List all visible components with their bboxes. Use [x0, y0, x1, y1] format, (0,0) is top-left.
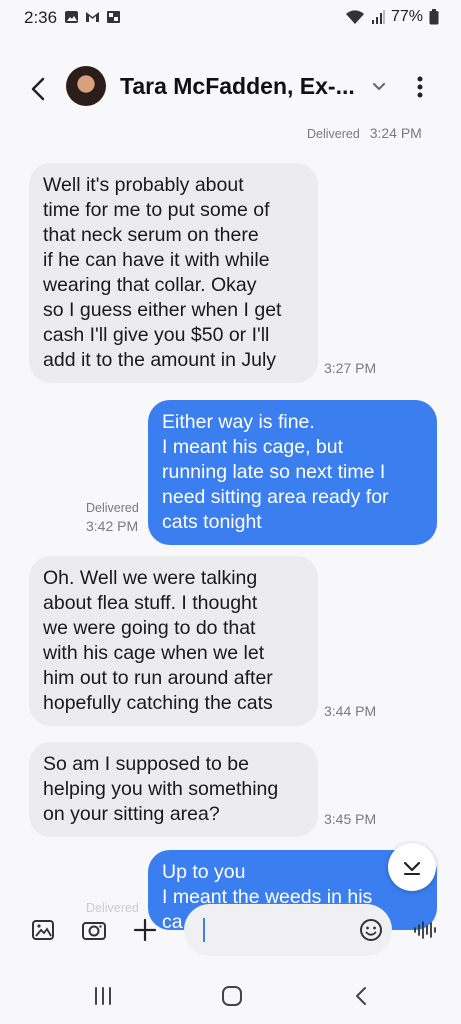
message-time: 3:42 PM: [86, 518, 139, 534]
message-meta: Delivered 3:42 PM: [86, 499, 146, 535]
message-line: about flea stuff. I thought: [43, 592, 258, 614]
message-line: Oh. Well we were talking: [43, 567, 258, 589]
status-time: 2:36: [24, 8, 58, 27]
conversation-header: Tara McFadden, Ex-...: [0, 60, 461, 116]
incoming-bubble[interactable]: Well it's probably about time for me to …: [29, 163, 318, 383]
scroll-to-bottom-button[interactable]: [388, 843, 436, 891]
home-icon[interactable]: [220, 984, 244, 1008]
message-time: 3:45 PM: [324, 811, 377, 827]
message-time: 3:44 PM: [324, 703, 377, 719]
message-line: I meant his cage, but: [162, 436, 344, 458]
message-line: him out to run around after: [43, 667, 273, 689]
notification-icons: [64, 10, 121, 24]
photos-icon: [107, 11, 120, 23]
message-meta: Delivered 3:24 PM: [307, 125, 422, 141]
signal-icon: [371, 10, 385, 24]
chevron-down-icon[interactable]: [370, 78, 388, 96]
incoming-bubble[interactable]: Oh. Well we were talking about flea stuf…: [29, 556, 318, 726]
message-line: helping you with something: [43, 778, 279, 800]
message-line: hopefully catching the cats: [43, 692, 273, 714]
chevron-down-icon: [403, 861, 421, 875]
wifi-icon: [345, 10, 364, 24]
battery-percent: 77%: [390, 8, 423, 25]
outgoing-bubble[interactable]: Either way is fine. I meant his cage, bu…: [148, 400, 437, 545]
recent-apps-icon[interactable]: [91, 984, 115, 1008]
delivered-status: Delivered: [307, 127, 360, 141]
contact-name[interactable]: Tara McFadden, Ex-...: [120, 73, 355, 100]
status-right: 77%: [345, 8, 439, 26]
message-line: So am I supposed to be: [43, 753, 249, 775]
message-line: on your sitting area?: [43, 803, 220, 825]
add-icon[interactable]: [132, 917, 158, 943]
status-bar: 2:36 77%: [0, 0, 461, 34]
incoming-bubble[interactable]: So am I supposed to be helping you with …: [29, 742, 318, 837]
message-line: with his cage when we let: [43, 642, 265, 664]
message-line: need sitting area ready for: [162, 486, 389, 508]
message-line: that neck serum on there: [43, 224, 259, 246]
gmail-icon: [86, 12, 99, 22]
image-icon: [65, 11, 78, 23]
gallery-icon[interactable]: [30, 917, 56, 943]
message-composer: [0, 900, 461, 962]
camera-icon[interactable]: [81, 917, 107, 943]
more-options-icon[interactable]: [408, 72, 432, 102]
message-line: Well it's probably about: [43, 174, 244, 196]
message-line: if he can have it with while: [43, 249, 270, 271]
message-time: 3:27 PM: [324, 360, 377, 376]
back-nav-icon[interactable]: [350, 984, 374, 1008]
message-line: add it to the amount in July: [43, 349, 277, 371]
delivered-status: Delivered: [86, 501, 139, 515]
system-nav-bar: [0, 970, 461, 1024]
message-line: running late so next time I: [162, 461, 386, 483]
message-line: Either way is fine.: [162, 411, 315, 433]
message-time: 3:24 PM: [369, 125, 422, 141]
contact-avatar[interactable]: [66, 66, 106, 106]
message-line: time for me to put some of: [43, 199, 270, 221]
message-line: we were going to do that: [43, 617, 256, 639]
message-line: wearing that collar. Okay: [43, 274, 257, 296]
message-line: cats tonight: [162, 511, 262, 533]
back-icon[interactable]: [22, 72, 56, 106]
message-line: cash I'll give you $50 or I'll: [43, 324, 270, 346]
emoji-icon[interactable]: [358, 917, 384, 943]
message-line: so I guess either when I get: [43, 299, 282, 321]
battery-icon: [429, 9, 439, 25]
text-cursor: [203, 918, 205, 942]
voice-record-icon[interactable]: [412, 917, 438, 943]
message-line: Up to you: [162, 861, 246, 883]
